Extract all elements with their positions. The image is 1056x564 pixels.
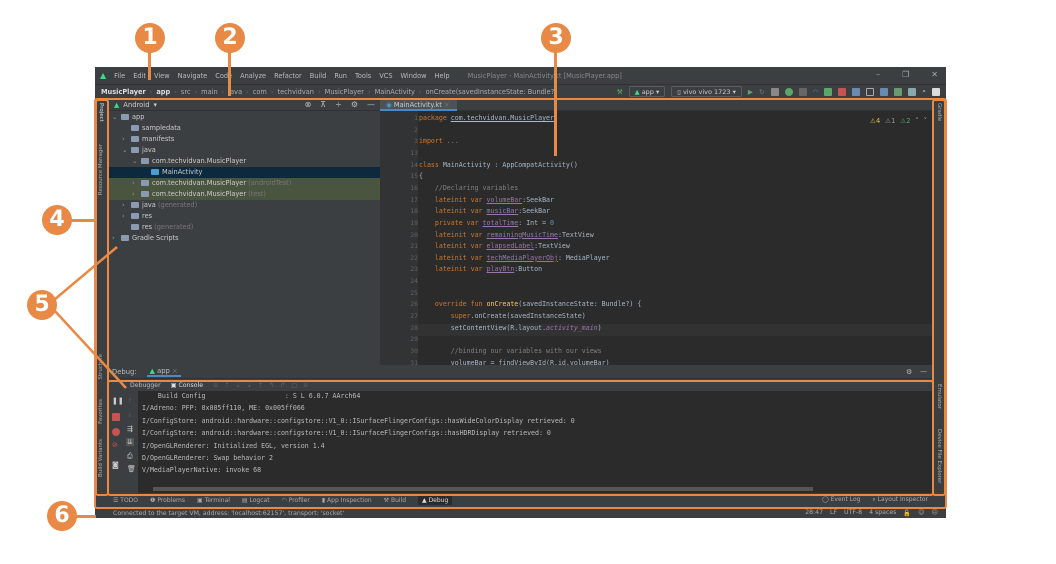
- annotation-marker-5: 5: [27, 290, 57, 320]
- annotation-marker-6: 6: [47, 501, 77, 531]
- annotation-marker-3: 3: [541, 23, 571, 53]
- annotation-pointers: [53, 246, 127, 389]
- annotation-marker-4: 4: [42, 205, 72, 235]
- annotation-marker-2: 2: [215, 23, 245, 53]
- annotation-marker-1: 1: [135, 23, 165, 53]
